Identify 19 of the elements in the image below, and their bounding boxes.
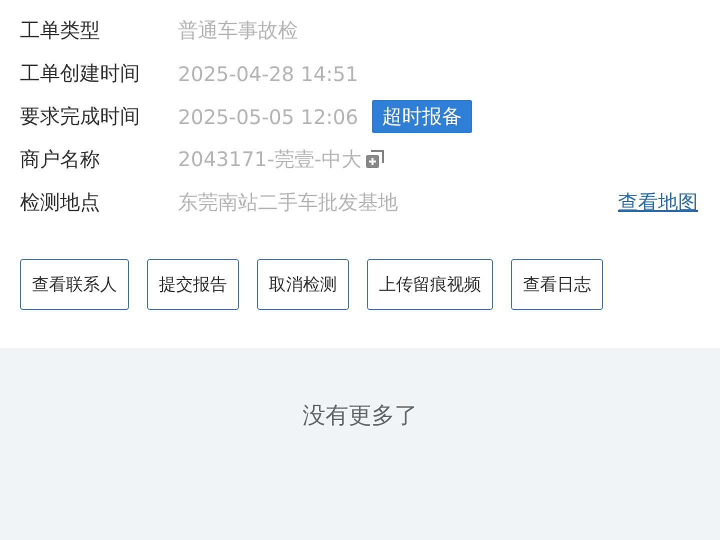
field-value: 2043171-莞壹-中大: [178, 146, 362, 173]
field-value: 2025-05-05 12:06: [178, 104, 358, 128]
field-label: 要求完成时间: [20, 103, 141, 130]
action-button[interactable]: 上传留痕视频: [367, 259, 493, 310]
field-label: 工单类型: [20, 17, 101, 44]
action-button[interactable]: 查看联系人: [20, 259, 129, 310]
field-value: 普通车事故检: [178, 17, 298, 44]
copy-icon[interactable]: [364, 150, 385, 170]
field-value: 2025-04-28 14:51: [178, 62, 358, 86]
field-label: 商户名称: [20, 146, 101, 173]
map-link[interactable]: 查看地图: [618, 189, 698, 216]
field-value: 东莞南站二手车批发基地: [178, 189, 398, 216]
field-label: 工单创建时间: [20, 60, 141, 87]
action-button[interactable]: 提交报告: [147, 259, 239, 310]
end-of-list-text: 没有更多了: [302, 402, 418, 431]
action-button[interactable]: 查看日志: [511, 259, 603, 310]
status-badge: 超时报备: [372, 100, 472, 133]
action-button[interactable]: 取消检测: [257, 259, 349, 310]
field-label: 检测地点: [20, 189, 101, 216]
